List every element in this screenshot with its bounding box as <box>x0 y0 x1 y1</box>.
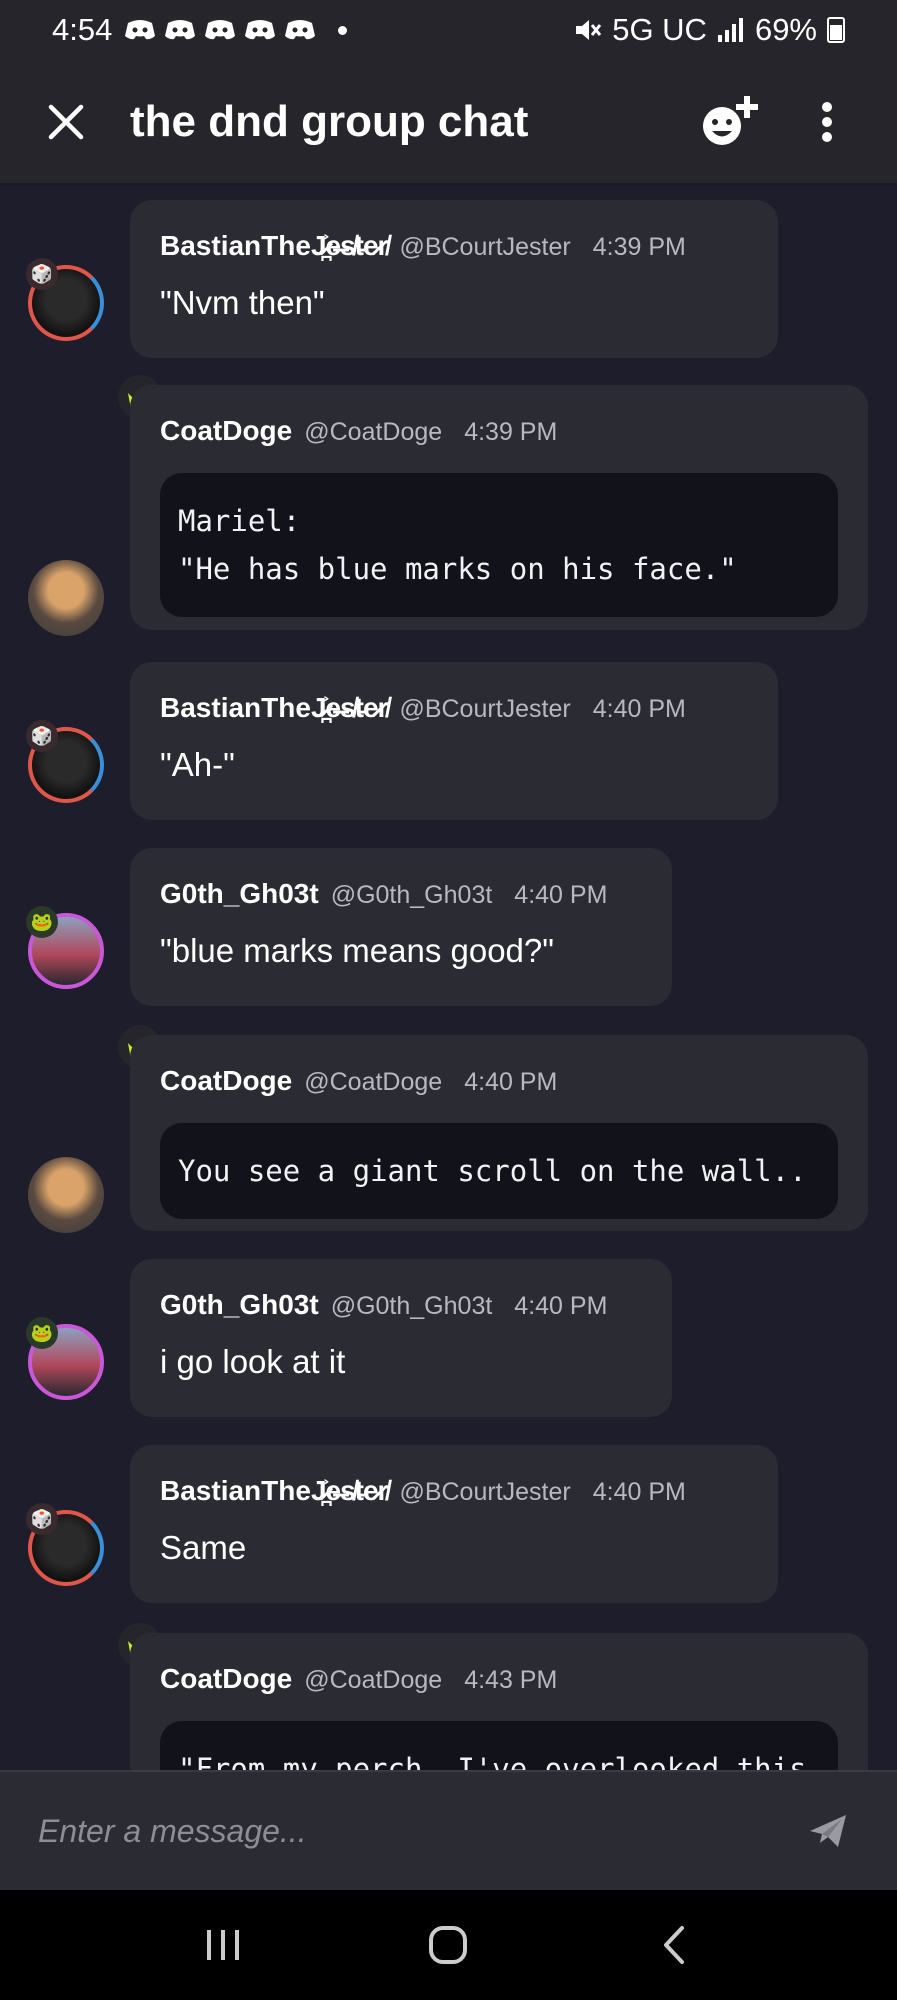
message-bubble[interactable]: CoatDoge @CoatDoge 4:39 PM Mariel: "He h… <box>130 385 868 630</box>
close-icon <box>48 104 84 139</box>
user-handle: @CoatDoge <box>304 1068 443 1096</box>
more-vertical-icon <box>822 101 832 142</box>
avatar[interactable] <box>28 1157 104 1233</box>
timestamp: 4:40 PM <box>592 1478 686 1506</box>
message-bubble[interactable]: BastianThe J̷̪͐e̶s̸t̵e̷r̸ @BCourtJester 4… <box>130 1445 778 1603</box>
send-icon <box>810 1815 846 1847</box>
notification-dot-icon <box>338 25 348 35</box>
message-input[interactable] <box>38 1812 778 1850</box>
back-icon <box>664 1926 685 1964</box>
recents-icon <box>206 1930 239 1960</box>
message-meta: BastianThe J̷̪͐e̶s̸t̵e̷r̸ @BCourtJester 4… <box>160 230 748 262</box>
back-button[interactable] <box>634 1905 714 1985</box>
signal-icon <box>717 18 743 42</box>
battery-label: 69% <box>754 12 817 47</box>
code-block: Mariel: "He has blue marks on his face." <box>160 473 838 617</box>
system-nav-bar <box>0 1890 897 2000</box>
username-zalgo: J̷̪͐e̶s̸t̵e̷r̸ <box>310 230 389 261</box>
message-bubble[interactable]: BastianThe J̷̪͐e̶s̸t̵e̷r̸ @BCourtJester 4… <box>130 662 778 820</box>
message-meta: CoatDoge @CoatDoge 4:43 PM <box>160 1663 838 1695</box>
username[interactable]: BastianThe <box>160 692 311 724</box>
message-text: "Nvm then" <box>160 284 325 321</box>
user-handle: @BCourtJester <box>399 1478 571 1506</box>
status-time: 4:54 <box>52 12 113 47</box>
chat-header: the dnd group chat <box>0 60 897 185</box>
timestamp: 4:43 PM <box>464 1666 558 1694</box>
game-badge-icon: 🎲 <box>26 1503 58 1535</box>
username-zalgo: J̷̪͐e̶s̸t̵e̷r̸ <box>310 692 389 723</box>
recents-button[interactable] <box>183 1905 263 1985</box>
username[interactable]: BastianThe <box>160 1475 311 1507</box>
message-text: Same <box>160 1529 247 1566</box>
user-handle: @G0th_Gh03t <box>330 881 493 909</box>
message-bubble[interactable]: G0th_Gh03t @G0th_Gh03t 4:40 PM "blue mar… <box>130 848 672 1006</box>
frog-badge-icon: 🐸 <box>26 906 58 938</box>
status-bar: 4:54 5G UC 69% <box>0 0 897 60</box>
code-block: "From my perch, I've overlooked this <box>160 1721 838 1770</box>
message-bubble[interactable]: CoatDoge @CoatDoge 4:40 PM You see a gia… <box>130 1035 868 1231</box>
home-icon <box>429 1926 468 1964</box>
message-text: i go look at it <box>160 1343 346 1380</box>
discord-icon <box>285 20 316 40</box>
message-meta: G0th_Gh03t @G0th_Gh03t 4:40 PM <box>160 878 642 910</box>
discord-icon <box>125 20 156 40</box>
timestamp: 4:40 PM <box>592 695 686 723</box>
timestamp: 4:40 PM <box>514 1292 608 1320</box>
timestamp: 4:39 PM <box>592 233 686 261</box>
user-handle: @G0th_Gh03t <box>330 1292 493 1320</box>
code-block: You see a giant scroll on the wall.. <box>160 1123 838 1219</box>
message-meta: BastianThe J̷̪͐e̶s̸t̵e̷r̸ @BCourtJester 4… <box>160 1475 748 1507</box>
username[interactable]: CoatDoge <box>160 1065 292 1097</box>
mute-icon <box>576 20 602 40</box>
message-list[interactable]: 🎲 BastianThe J̷̪͐e̶s̸t̵e̷r̸ @BCourtJester… <box>0 185 897 1770</box>
message-text: "Ah-" <box>160 746 235 783</box>
user-handle: @CoatDoge <box>304 418 443 446</box>
discord-icon <box>205 20 236 40</box>
message-meta: G0th_Gh03t @G0th_Gh03t 4:40 PM <box>160 1289 642 1321</box>
game-badge-icon: 🎲 <box>26 258 58 290</box>
game-badge-icon: 🎲 <box>26 720 58 752</box>
home-button[interactable] <box>408 1905 488 1985</box>
username[interactable]: CoatDoge <box>160 1663 292 1695</box>
username-zalgo: J̷̪͐e̶s̸t̵e̷r̸ <box>310 1475 389 1506</box>
message-meta: CoatDoge @CoatDoge 4:39 PM <box>160 415 838 447</box>
username[interactable]: CoatDoge <box>160 415 292 447</box>
message-meta: CoatDoge @CoatDoge 4:40 PM <box>160 1065 838 1097</box>
timestamp: 4:39 PM <box>464 418 558 446</box>
message-bubble[interactable]: G0th_Gh03t @G0th_Gh03t 4:40 PM i go look… <box>130 1259 672 1417</box>
message-bubble[interactable]: BastianThe J̷̪͐e̶s̸t̵e̷r̸ @BCourtJester 4… <box>130 200 778 358</box>
status-right: 5G UC 69% <box>572 12 845 48</box>
timestamp: 4:40 PM <box>514 881 608 909</box>
avatar[interactable] <box>28 560 104 636</box>
username[interactable]: BastianThe <box>160 230 311 262</box>
send-button[interactable] <box>798 1801 858 1861</box>
message-bubble[interactable]: CoatDoge @CoatDoge 4:43 PM "From my perc… <box>130 1633 868 1770</box>
add-reaction-button[interactable] <box>693 86 765 158</box>
chat-title: the dnd group chat <box>130 96 529 146</box>
timestamp: 4:40 PM <box>464 1068 558 1096</box>
notification-icons <box>124 19 348 41</box>
username[interactable]: G0th_Gh03t <box>160 878 319 910</box>
network-label: 5G UC <box>612 12 707 47</box>
message-text: "blue marks means good?" <box>160 932 554 969</box>
message-composer <box>0 1770 897 1890</box>
battery-icon <box>827 17 845 43</box>
message-meta: BastianThe J̷̪͐e̶s̸t̵e̷r̸ @BCourtJester 4… <box>160 692 748 724</box>
username[interactable]: G0th_Gh03t <box>160 1289 319 1321</box>
user-handle: @CoatDoge <box>304 1666 443 1694</box>
more-options-button[interactable] <box>797 86 857 158</box>
user-handle: @BCourtJester <box>399 233 571 261</box>
discord-icon <box>165 20 196 40</box>
discord-icon <box>245 20 276 40</box>
frog-badge-icon: 🐸 <box>26 1317 58 1349</box>
user-handle: @BCourtJester <box>399 695 571 723</box>
add-emoji-icon <box>703 95 758 145</box>
close-button[interactable] <box>36 92 96 152</box>
